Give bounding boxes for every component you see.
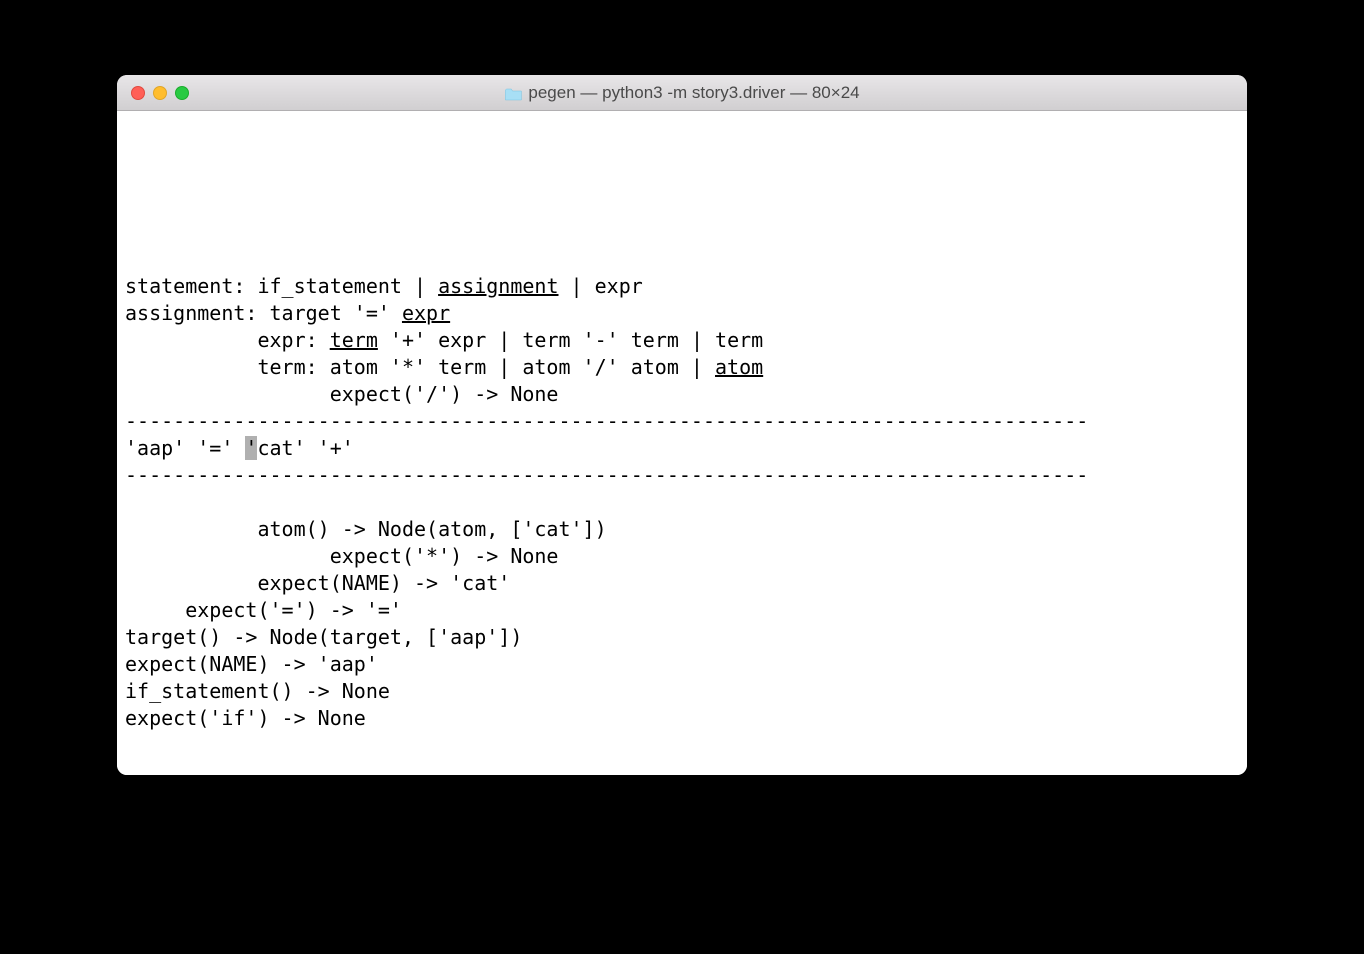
divider-line: ----------------------------------------… bbox=[125, 409, 1088, 433]
trace-line: expect('if') -> None bbox=[125, 706, 366, 730]
grammar-line: statement: if_statement | assignment | e… bbox=[125, 274, 643, 298]
close-button[interactable] bbox=[131, 86, 145, 100]
grammar-line: expr: term '+' expr | term '-' term | te… bbox=[125, 328, 763, 352]
divider-line: ----------------------------------------… bbox=[125, 463, 1088, 487]
titlebar[interactable]: pegen — python3 -m story3.driver — 80×24 bbox=[117, 75, 1247, 111]
trace-line: atom() -> Node(atom, ['cat']) bbox=[125, 517, 607, 541]
rule-highlight: atom bbox=[715, 355, 763, 379]
trace-line: if_statement() -> None bbox=[125, 679, 390, 703]
folder-icon bbox=[504, 86, 522, 100]
window-title: pegen — python3 -m story3.driver — 80×24 bbox=[528, 83, 859, 103]
grammar-line: assignment: target '=' expr bbox=[125, 301, 450, 325]
rule-highlight: term bbox=[330, 328, 378, 352]
trace-line: expect(NAME) -> 'aap' bbox=[125, 652, 378, 676]
grammar-line: term: atom '*' term | atom '/' atom | at… bbox=[125, 355, 763, 379]
tokens-line: 'aap' '=' 'cat' '+' bbox=[125, 436, 354, 460]
rule-highlight: assignment bbox=[438, 274, 558, 298]
traffic-lights bbox=[131, 86, 189, 100]
rule-highlight: expr bbox=[402, 301, 450, 325]
trace-line: expect('*') -> None bbox=[125, 544, 558, 568]
trace-line: expect(NAME) -> 'cat' bbox=[125, 571, 510, 595]
terminal-window: pegen — python3 -m story3.driver — 80×24… bbox=[117, 75, 1247, 775]
maximize-button[interactable] bbox=[175, 86, 189, 100]
cursor: ' bbox=[245, 436, 257, 460]
trace-line: expect('=') -> '=' bbox=[125, 598, 402, 622]
window-title-container: pegen — python3 -m story3.driver — 80×24 bbox=[504, 83, 859, 103]
terminal-line: expect('/') -> None bbox=[125, 382, 558, 406]
terminal-content[interactable]: statement: if_statement | assignment | e… bbox=[117, 111, 1247, 775]
minimize-button[interactable] bbox=[153, 86, 167, 100]
trace-line: target() -> Node(target, ['aap']) bbox=[125, 625, 522, 649]
